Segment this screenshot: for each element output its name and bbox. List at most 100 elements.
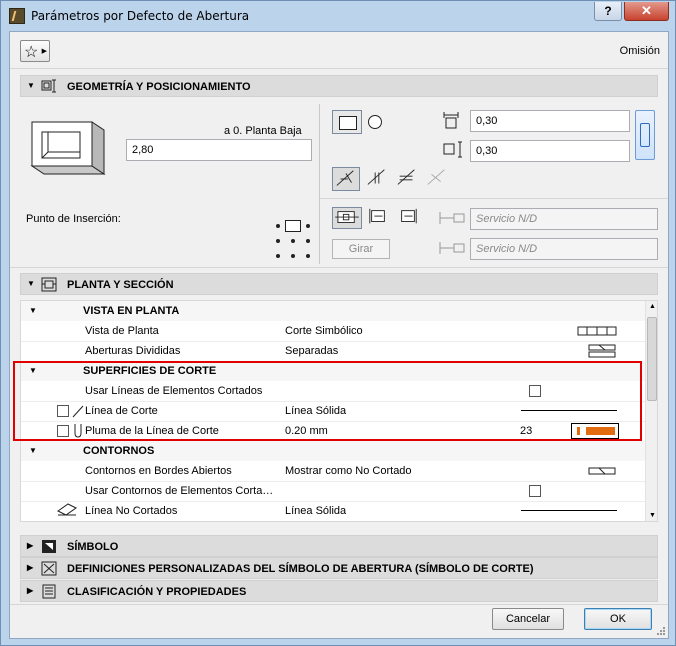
anchor-center-icon bbox=[335, 211, 359, 223]
list-scrollbar[interactable]: ▲ ▼ bbox=[645, 301, 657, 521]
anchor-center-button[interactable] bbox=[332, 207, 362, 229]
divider bbox=[10, 604, 668, 605]
property-label: Aberturas Divididas bbox=[85, 345, 181, 357]
default-settings-label: Omisión bbox=[619, 45, 660, 57]
close-button[interactable]: ✕ bbox=[624, 2, 669, 21]
panel-header-definiciones[interactable]: ▶ DEFINICIONES PERSONALIZADAS DEL SÍMBOL… bbox=[20, 557, 658, 579]
panel-header-geometria[interactable]: ▼ GEOMETRÍA Y POSICIONAMIENTO bbox=[20, 75, 658, 97]
section-title: PLANTA Y SECCIÓN bbox=[67, 279, 174, 291]
scroll-thumb[interactable] bbox=[647, 317, 657, 401]
chain-link-icon bbox=[640, 123, 650, 147]
floor-plan-section-icon bbox=[41, 277, 57, 292]
expand-arrow-icon[interactable]: ▶ bbox=[27, 586, 33, 595]
vertical-divider bbox=[319, 104, 320, 264]
open-edge-contour-icon bbox=[588, 467, 616, 475]
property-value[interactable]: Línea Sólida bbox=[285, 505, 346, 517]
service-icon bbox=[439, 212, 465, 224]
property-label: Contornos en Bordes Abiertos bbox=[85, 465, 232, 477]
ok-button[interactable]: OK bbox=[584, 608, 652, 630]
divider bbox=[10, 267, 668, 268]
group-row-vista-en-planta[interactable]: ▼ VISTA EN PLANTA bbox=[21, 301, 645, 321]
property-label: Vista de Planta bbox=[85, 325, 159, 337]
dialog-content: ☆ ▶ Omisión ▼ GEOMETRÍA Y POSICIONAMIENT… bbox=[9, 31, 669, 639]
circular-shape-button[interactable] bbox=[368, 115, 382, 129]
list-item-contornos-bordes-abiertos[interactable]: Contornos en Bordes Abiertos Mostrar com… bbox=[21, 461, 645, 481]
property-label: Línea No Cortados bbox=[85, 505, 178, 517]
height-input[interactable]: 2,80 bbox=[126, 139, 312, 161]
mirror-option-1-button[interactable] bbox=[332, 167, 360, 191]
anchor-side-icon bbox=[369, 208, 385, 224]
mirror-icon bbox=[427, 169, 445, 185]
property-value[interactable]: Separadas bbox=[285, 345, 338, 357]
section-title: CLASIFICACIÓN Y PROPIEDADES bbox=[67, 586, 247, 598]
expand-arrow-icon[interactable]: ▶ bbox=[27, 563, 33, 572]
geometry-panel-icon bbox=[41, 79, 56, 93]
opening-preview-image bbox=[30, 121, 106, 175]
width-input[interactable]: 0,30 bbox=[470, 110, 630, 132]
service-field-2: Servicio N/D bbox=[470, 238, 658, 260]
group-row-contornos[interactable]: ▼ CONTORNOS bbox=[21, 441, 645, 461]
dialog-window: Parámetros por Defecto de Abertura ? ✕ ☆… bbox=[0, 0, 676, 646]
use-contours-checkbox[interactable] bbox=[529, 485, 541, 497]
mirror-icon bbox=[367, 169, 385, 185]
classification-icon bbox=[42, 584, 56, 599]
anchor-edge-button[interactable] bbox=[394, 207, 424, 229]
list-item-vista-de-planta[interactable]: Vista de Planta Corte Simbólico bbox=[21, 321, 645, 341]
title-bar[interactable]: Parámetros por Defecto de Abertura ? ✕ bbox=[1, 1, 675, 31]
insertion-point-label: Punto de Inserción: bbox=[26, 213, 121, 225]
collapse-arrow-icon[interactable]: ▼ bbox=[29, 306, 37, 315]
link-dimensions-button[interactable] bbox=[635, 110, 655, 160]
anchor-side-button[interactable] bbox=[364, 207, 394, 229]
list-item-aberturas-divididas[interactable]: Aberturas Divididas Separadas bbox=[21, 341, 645, 361]
cancel-button[interactable]: Cancelar bbox=[492, 608, 564, 630]
panel-header-planta-seccion[interactable]: ▼ PLANTA Y SECCIÓN bbox=[20, 273, 658, 295]
panel-header-clasificacion[interactable]: ▶ CLASIFICACIÓN Y PROPIEDADES bbox=[20, 580, 658, 602]
mirror-option-3-button[interactable] bbox=[394, 167, 422, 191]
width-dimension-icon bbox=[443, 112, 459, 129]
collapse-arrow-icon[interactable]: ▼ bbox=[29, 446, 37, 455]
service-field-1: Servicio N/D bbox=[470, 208, 658, 230]
group-label: VISTA EN PLANTA bbox=[83, 305, 180, 317]
property-value[interactable]: Mostrar como No Cortado bbox=[285, 465, 412, 477]
resize-grip-icon[interactable] bbox=[656, 626, 666, 636]
solid-line-preview bbox=[521, 510, 617, 511]
expand-arrow-icon[interactable]: ▼ bbox=[27, 279, 35, 288]
property-label: Usar Contornos de Elementos Corta… bbox=[85, 485, 274, 497]
expand-arrow-icon[interactable]: ▼ bbox=[27, 81, 35, 90]
symbol-panel-icon bbox=[42, 540, 56, 553]
list-item-linea-no-cortados[interactable]: Línea No Cortados Línea Sólida bbox=[21, 501, 645, 521]
split-openings-icon bbox=[588, 344, 616, 358]
window-title: Parámetros por Defecto de Abertura bbox=[31, 9, 250, 23]
section-title: DEFINICIONES PERSONALIZADAS DEL SÍMBOLO … bbox=[67, 563, 534, 575]
custom-symbol-icon bbox=[41, 561, 57, 576]
archicad-app-icon bbox=[9, 8, 25, 24]
anchor-point-selector[interactable] bbox=[276, 220, 310, 258]
expand-arrow-icon[interactable]: ▶ bbox=[27, 541, 33, 550]
star-icon: ☆ bbox=[24, 44, 39, 61]
story-label: a 0. Planta Baja bbox=[224, 125, 302, 137]
mirror-icon bbox=[397, 169, 415, 185]
list-item-usar-contornos-elementos[interactable]: Usar Contornos de Elementos Corta… bbox=[21, 481, 645, 501]
scroll-down-icon[interactable]: ▼ bbox=[649, 512, 656, 519]
help-button[interactable]: ? bbox=[594, 2, 622, 21]
uncut-line-icon bbox=[57, 503, 77, 516]
symbolic-cut-icon bbox=[577, 326, 617, 336]
divider bbox=[10, 68, 668, 69]
favorites-button[interactable]: ☆ ▶ bbox=[20, 40, 50, 62]
section-title: SÍMBOLO bbox=[67, 541, 119, 553]
mirror-icon bbox=[336, 170, 354, 186]
property-value[interactable]: Corte Simbólico bbox=[285, 325, 363, 337]
panel-header-simbolo[interactable]: ▶ SÍMBOLO bbox=[20, 535, 658, 557]
rotate-button[interactable]: Girar bbox=[332, 239, 390, 259]
anchor-edge-icon bbox=[401, 208, 417, 224]
service-icon bbox=[439, 242, 465, 254]
depth-input[interactable]: 0,30 bbox=[470, 140, 630, 162]
chevron-right-icon: ▶ bbox=[41, 48, 47, 55]
section-title: GEOMETRÍA Y POSICIONAMIENTO bbox=[67, 81, 251, 93]
height-dimension-icon bbox=[443, 141, 462, 158]
rectangular-shape-button[interactable] bbox=[332, 110, 362, 134]
scroll-up-icon[interactable]: ▲ bbox=[649, 303, 656, 310]
divider bbox=[320, 198, 668, 199]
mirror-option-4-button[interactable] bbox=[424, 167, 452, 191]
mirror-option-2-button[interactable] bbox=[364, 167, 392, 191]
